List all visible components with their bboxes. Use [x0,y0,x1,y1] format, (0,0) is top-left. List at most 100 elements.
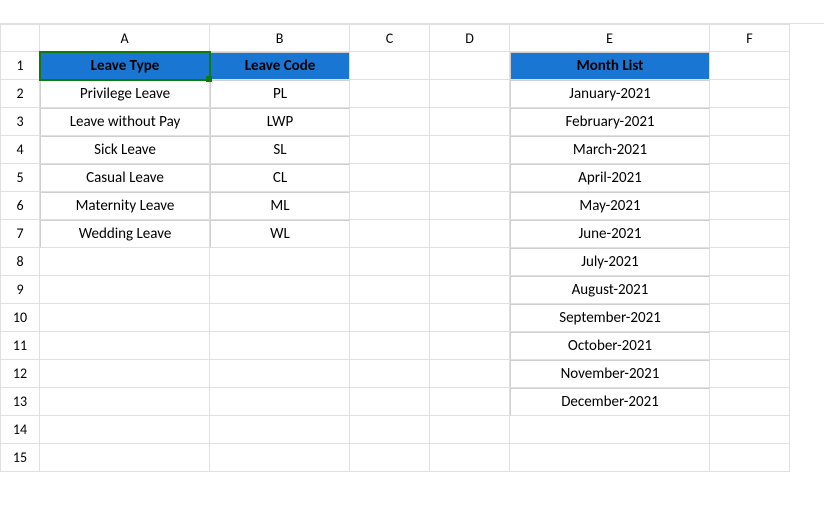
cell-A14[interactable] [40,416,210,444]
col-header-C[interactable]: C [350,24,430,52]
cell-F3[interactable] [710,108,790,136]
cell-C2[interactable] [350,80,430,108]
fill-handle[interactable] [206,76,212,82]
cell-A1[interactable]: Leave Type [40,52,210,80]
cell-E11[interactable]: October-2021 [510,332,710,360]
cell-C8[interactable] [350,248,430,276]
cell-B2[interactable]: PL [210,80,350,108]
cell-B14[interactable] [210,416,350,444]
cell-A15[interactable] [40,444,210,472]
cell-C14[interactable] [350,416,430,444]
cell-A7[interactable]: Wedding Leave [40,220,210,248]
row-header-15[interactable]: 15 [0,444,40,472]
cell-F5[interactable] [710,164,790,192]
formula-bar[interactable] [0,0,824,24]
cell-E5[interactable]: April-2021 [510,164,710,192]
cell-F8[interactable] [710,248,790,276]
select-all-corner[interactable] [0,24,40,52]
row-header-14[interactable]: 14 [0,416,40,444]
cell-D2[interactable] [430,80,510,108]
cell-E9[interactable]: August-2021 [510,276,710,304]
cell-D11[interactable] [430,332,510,360]
row-header-1[interactable]: 1 [0,52,40,80]
cell-A5[interactable]: Casual Leave [40,164,210,192]
cell-D8[interactable] [430,248,510,276]
cell-B6[interactable]: ML [210,192,350,220]
cell-B1[interactable]: Leave Code [210,52,350,80]
cell-E15[interactable] [510,444,710,472]
cell-E4[interactable]: March-2021 [510,136,710,164]
cell-D5[interactable] [430,164,510,192]
row-header-12[interactable]: 12 [0,360,40,388]
cell-E10[interactable]: September-2021 [510,304,710,332]
row-header-13[interactable]: 13 [0,388,40,416]
cell-B7[interactable]: WL [210,220,350,248]
cell-A9[interactable] [40,276,210,304]
row-header-4[interactable]: 4 [0,136,40,164]
cell-D10[interactable] [430,304,510,332]
cell-F2[interactable] [710,80,790,108]
cell-A6[interactable]: Maternity Leave [40,192,210,220]
cell-D3[interactable] [430,108,510,136]
cell-F12[interactable] [710,360,790,388]
cell-C6[interactable] [350,192,430,220]
cell-A4[interactable]: Sick Leave [40,136,210,164]
cell-F14[interactable] [710,416,790,444]
cell-D4[interactable] [430,136,510,164]
cell-B8[interactable] [210,248,350,276]
cell-E3[interactable]: February-2021 [510,108,710,136]
col-header-B[interactable]: B [210,24,350,52]
cell-C7[interactable] [350,220,430,248]
cell-B9[interactable] [210,276,350,304]
cell-B3[interactable]: LWP [210,108,350,136]
cell-D14[interactable] [430,416,510,444]
cell-C4[interactable] [350,136,430,164]
cell-E2[interactable]: January-2021 [510,80,710,108]
row-header-11[interactable]: 11 [0,332,40,360]
cell-C11[interactable] [350,332,430,360]
col-header-A[interactable]: A [40,24,210,52]
cell-F6[interactable] [710,192,790,220]
row-header-7[interactable]: 7 [0,220,40,248]
cell-A2[interactable]: Privilege Leave [40,80,210,108]
cell-B12[interactable] [210,360,350,388]
cell-A12[interactable] [40,360,210,388]
cell-D15[interactable] [430,444,510,472]
cell-A3[interactable]: Leave without Pay [40,108,210,136]
cell-D7[interactable] [430,220,510,248]
cell-E6[interactable]: May-2021 [510,192,710,220]
cell-B4[interactable]: SL [210,136,350,164]
col-header-D[interactable]: D [430,24,510,52]
row-header-8[interactable]: 8 [0,248,40,276]
cell-C1[interactable] [350,52,430,80]
cell-C15[interactable] [350,444,430,472]
cell-E14[interactable] [510,416,710,444]
cell-B11[interactable] [210,332,350,360]
cell-E13[interactable]: December-2021 [510,388,710,416]
cell-F10[interactable] [710,304,790,332]
cell-E8[interactable]: July-2021 [510,248,710,276]
cell-C9[interactable] [350,276,430,304]
cell-C10[interactable] [350,304,430,332]
cell-E1[interactable]: Month List [510,52,710,80]
cell-F1[interactable] [710,52,790,80]
cell-D1[interactable] [430,52,510,80]
row-header-10[interactable]: 10 [0,304,40,332]
cell-F15[interactable] [710,444,790,472]
cell-C3[interactable] [350,108,430,136]
cell-F7[interactable] [710,220,790,248]
cell-B15[interactable] [210,444,350,472]
row-header-6[interactable]: 6 [0,192,40,220]
cell-A13[interactable] [40,388,210,416]
col-header-F[interactable]: F [710,24,790,52]
cell-A11[interactable] [40,332,210,360]
cell-B5[interactable]: CL [210,164,350,192]
cell-D9[interactable] [430,276,510,304]
row-header-2[interactable]: 2 [0,80,40,108]
cell-D13[interactable] [430,388,510,416]
cell-C13[interactable] [350,388,430,416]
cell-B13[interactable] [210,388,350,416]
cell-B10[interactable] [210,304,350,332]
cell-A10[interactable] [40,304,210,332]
cell-E7[interactable]: June-2021 [510,220,710,248]
